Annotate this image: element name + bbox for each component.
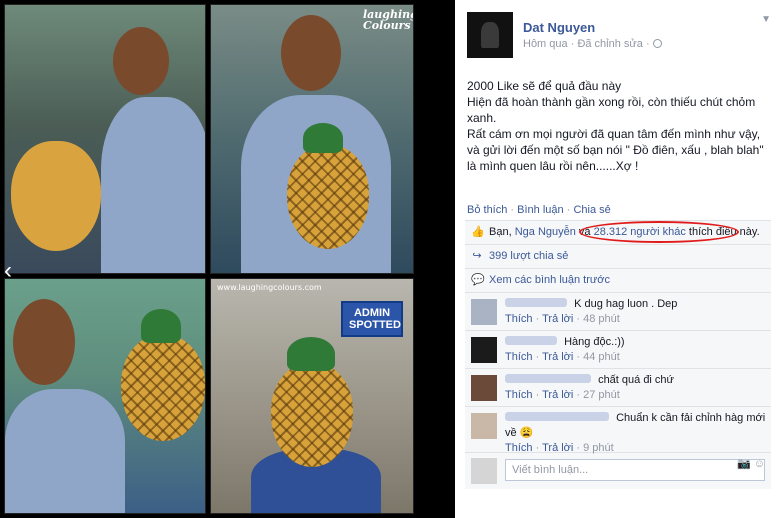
comment-item: chất quá đi chứ Thích · Trả lời · 27 phú… (465, 369, 771, 407)
comment-time[interactable]: 27 phút (583, 389, 620, 401)
commenter-name[interactable] (505, 298, 567, 307)
commenter-name[interactable] (505, 374, 591, 383)
view-previous-comments[interactable]: Xem các bình luận trước (489, 274, 610, 286)
post-text: 2000 Like sẽ để quả đầu này Hiện đã hoàn… (467, 78, 767, 174)
view-previous-row[interactable]: 💬 Xem các bình luận trước (465, 269, 771, 293)
barber-head (13, 299, 75, 385)
shares-row[interactable]: ↪ 399 lượt chia sẻ (465, 245, 771, 269)
photo-collage[interactable]: laughing Colours www.laughingcolours.com… (0, 0, 447, 518)
share-button[interactable]: Chia sẻ (573, 204, 610, 216)
post-line: Hiện đã hoàn thành gần xong rồi, còn thi… (467, 95, 756, 125)
chevron-down-icon[interactable]: ▼ (761, 14, 771, 25)
photo-panel-3 (4, 278, 206, 514)
barber-head (281, 15, 341, 91)
comment-bubble-icon: 💬 (471, 274, 485, 286)
comment-button[interactable]: Bình luận (517, 204, 563, 216)
comment-time[interactable]: 44 phút (583, 351, 620, 363)
watermark-logo: laughing Colours (363, 8, 414, 32)
avatar[interactable] (471, 413, 497, 439)
photo-panel-1 (4, 4, 206, 274)
comment-like[interactable]: Thích (505, 389, 533, 401)
comment-item: K dug hag luon . Dep Thích · Trả lời · 4… (465, 293, 771, 331)
comment-like[interactable]: Thích (505, 313, 533, 325)
admin-spotted-badge: ADMIN SPOTTED (341, 301, 403, 337)
comment-reply[interactable]: Trả lời (542, 351, 573, 363)
write-comment-row: Viết bình luận... 📷 ☺ (465, 453, 771, 489)
avatar[interactable] (471, 375, 497, 401)
comment-item: Hàng độc.:)) Thích · Trả lời · 44 phút (465, 331, 771, 369)
comment-input[interactable]: Viết bình luận... (505, 459, 765, 481)
pineapple-haircut (121, 335, 205, 441)
photo-panel-4: www.laughingcolours.com ADMIN SPOTTED (210, 278, 414, 514)
pineapple-haircut (287, 145, 369, 249)
emoticon-icon[interactable]: ☺ (754, 458, 765, 470)
photo-panel-2: laughing Colours (210, 4, 414, 274)
comment-time[interactable]: 48 phút (583, 313, 620, 325)
comment-text: K dug hag luon . Dep (574, 298, 678, 310)
avatar[interactable] (471, 299, 497, 325)
photo-viewer: laughing Colours www.laughingcolours.com… (0, 0, 780, 518)
likes-prefix: Bạn, (489, 226, 512, 238)
shares-link[interactable]: 399 lượt chia sẻ (489, 250, 568, 262)
share-icon: ↪ (472, 250, 482, 262)
liker-link[interactable]: Nga Nguyễn (515, 226, 576, 238)
post-actions: Bỏ thích · Bình luận · Chia sẻ (467, 204, 611, 216)
comment-like[interactable]: Thích (505, 351, 533, 363)
unlike-button[interactable]: Bỏ thích (467, 204, 507, 216)
post-line: Rất cám ơn mọi người đã quan tâm đến mìn… (467, 127, 764, 173)
post-line: 2000 Like sẽ để quả đầu này (467, 79, 622, 93)
barber-head (113, 27, 169, 95)
like-thumb-icon: 👍 (471, 226, 485, 238)
post-meta: Hôm qua · Đã chỉnh sửa · (523, 38, 662, 50)
post-edited[interactable]: Đã chỉnh sửa (577, 38, 642, 50)
commenter-name[interactable] (505, 412, 609, 421)
comment-text: chất quá đi chứ (598, 374, 674, 386)
comment-text: Hàng độc.:)) (564, 336, 625, 348)
customer-head (11, 141, 101, 251)
likes-row: 👍 Bạn, Nga Nguyễn và 28.312 người khác t… (465, 221, 771, 245)
commenter-name[interactable] (505, 336, 557, 345)
camera-icon[interactable]: 📷 (737, 458, 751, 470)
avatar (471, 458, 497, 484)
barber-figure (101, 97, 205, 273)
post-time[interactable]: Hôm qua (523, 38, 568, 50)
author-avatar[interactable] (467, 12, 513, 58)
watermark-url: www.laughingcolours.com (217, 283, 322, 292)
post-header: Dat Nguyen Hôm qua · Đã chỉnh sửa · ▼ (467, 12, 771, 66)
pineapple-haircut (271, 363, 353, 467)
comment-reply[interactable]: Trả lời (542, 389, 573, 401)
post-panel: Dat Nguyen Hôm qua · Đã chỉnh sửa · ▼ 20… (455, 0, 780, 518)
globe-icon[interactable] (652, 39, 662, 48)
chevron-left-icon[interactable]: ‹ (0, 258, 16, 284)
feedback-area: 👍 Bạn, Nga Nguyễn và 28.312 người khác t… (465, 220, 771, 489)
emoticon: 😩 (519, 427, 534, 439)
comment-item: Chuẩn k cần fải chỉnh hàg mới về 😩 Thích… (465, 407, 771, 454)
green-crown (141, 309, 181, 343)
green-crown (287, 337, 335, 371)
comment-reply[interactable]: Trả lời (542, 313, 573, 325)
barber-figure (5, 389, 125, 513)
highlight-circle (579, 221, 739, 243)
green-crown (303, 123, 343, 153)
author-name[interactable]: Dat Nguyen (523, 20, 595, 35)
avatar[interactable] (471, 337, 497, 363)
